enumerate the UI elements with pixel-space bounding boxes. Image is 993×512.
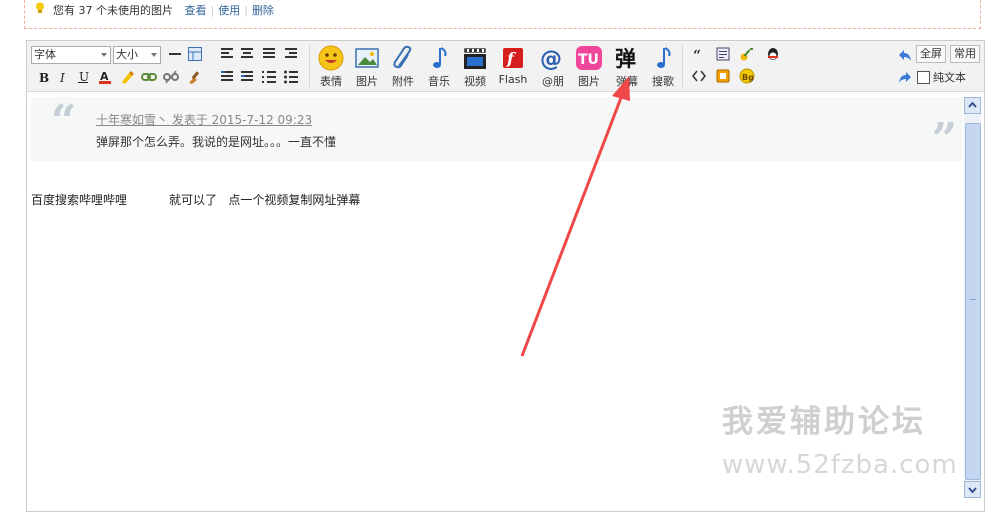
scroll-thumb[interactable] xyxy=(965,123,981,480)
fullscreen-button[interactable]: 全屏 xyxy=(916,45,946,63)
attachment-button[interactable]: 附件 xyxy=(389,41,417,89)
italic-icon[interactable]: I xyxy=(55,69,71,85)
paperclip-icon xyxy=(393,45,412,69)
smiley-icon xyxy=(318,45,344,71)
chevron-down-icon xyxy=(101,53,107,57)
mention-friend-button[interactable]: @ @朋 xyxy=(539,41,567,89)
divider: | xyxy=(244,4,248,17)
tu-image-button[interactable]: TU 图片 xyxy=(575,41,603,89)
align-right-icon[interactable] xyxy=(283,46,299,62)
hide-content-icon[interactable] xyxy=(715,68,731,84)
common-button[interactable]: 常用 xyxy=(950,45,980,63)
chevron-down-icon xyxy=(968,487,977,494)
quote-icon[interactable]: “ xyxy=(691,46,707,62)
scroll-up-button[interactable] xyxy=(964,97,981,114)
clapperboard-icon xyxy=(463,47,487,69)
music-button[interactable]: 音乐 xyxy=(425,41,453,89)
danmu-glyph: 弹 xyxy=(615,47,636,71)
free-box-icon[interactable] xyxy=(715,46,731,62)
outdent-list-icon[interactable] xyxy=(239,69,255,85)
chevron-down-icon xyxy=(151,53,157,57)
redo-icon[interactable] xyxy=(897,69,913,85)
horizontal-rule-icon[interactable] xyxy=(167,46,183,62)
highlight-icon[interactable] xyxy=(119,69,135,85)
danmu-icon: 弹 xyxy=(615,47,636,71)
password-icon[interactable] xyxy=(739,46,755,62)
tu-image-icon: TU xyxy=(576,46,602,70)
at-glyph: @ xyxy=(540,47,562,72)
align-justify-icon[interactable] xyxy=(261,46,277,62)
emoticon-button[interactable]: 表情 xyxy=(317,41,345,89)
font-family-select[interactable]: 字体 xyxy=(31,46,111,64)
quote-author-meta[interactable]: 十年寒如雪丶 发表于 2015-7-12 09:23 xyxy=(96,111,312,128)
flash-button[interactable]: f Flash xyxy=(499,41,527,89)
undo-icon[interactable] xyxy=(897,47,913,63)
watermark-url: www.52fzba.com xyxy=(722,450,958,480)
svg-text:“: “ xyxy=(693,48,701,62)
editor-scrollbar[interactable] xyxy=(964,97,981,498)
image-icon xyxy=(355,48,379,68)
link-icon[interactable] xyxy=(141,69,157,85)
underline-icon[interactable]: U xyxy=(75,69,91,85)
scroll-down-button[interactable] xyxy=(964,481,981,498)
music-note-icon xyxy=(433,47,447,68)
clear-format-icon[interactable] xyxy=(187,69,203,85)
tu-glyph: TU xyxy=(578,52,599,68)
button-label: 搜歌 xyxy=(652,75,674,88)
background-color-icon[interactable]: Bg xyxy=(739,68,755,84)
qq-icon[interactable] xyxy=(765,46,781,62)
notice-text: 您有 37 个未使用的图片 xyxy=(53,4,173,17)
search-song-button[interactable]: 搜歌 xyxy=(649,41,677,89)
svg-text:B: B xyxy=(39,71,49,85)
svg-text:U: U xyxy=(79,70,89,84)
flash-icon: f xyxy=(503,48,523,68)
plain-text-checkbox[interactable] xyxy=(917,71,930,84)
divider: | xyxy=(210,4,215,17)
lightbulb-icon xyxy=(36,2,44,13)
bg-glyph: Bg xyxy=(742,73,754,82)
danmu-button[interactable]: 弹 弹幕 xyxy=(613,41,641,89)
plain-text-label: 纯文本 xyxy=(933,71,966,84)
table-icon[interactable] xyxy=(187,46,203,62)
delete-images-link[interactable]: 删除 xyxy=(252,4,274,17)
ordered-list-icon[interactable] xyxy=(261,69,277,85)
post-body-text[interactable]: 百度搜索哔哩哔哩 就可以了 点一个视频复制网址弹幕 xyxy=(31,191,360,208)
unordered-list-icon[interactable] xyxy=(283,69,299,85)
indent-list-icon[interactable] xyxy=(219,69,235,85)
svg-text:I: I xyxy=(59,71,65,85)
quote-message: 弹屏那个怎么弄。我说的是网址。。。一直不懂 xyxy=(96,135,337,149)
post-editor: 字体 大小 B I U A 表情 图片 附件 音乐 视频 f Flash @ @… xyxy=(26,40,985,512)
divider xyxy=(682,45,683,87)
align-center-icon[interactable] xyxy=(239,46,255,62)
code-icon[interactable] xyxy=(691,68,707,84)
watermark-title: 我爱辅助论坛 xyxy=(722,404,926,440)
align-left-icon[interactable] xyxy=(219,46,235,62)
insert-image-button[interactable]: 图片 xyxy=(353,41,381,89)
font-select-label: 字体 xyxy=(34,48,56,61)
editor-toolbar: 字体 大小 B I U A 表情 图片 附件 音乐 视频 f Flash @ @… xyxy=(27,41,984,92)
view-images-link[interactable]: 查看 xyxy=(185,4,207,17)
chevron-up-icon xyxy=(968,101,977,108)
size-select-label: 大小 xyxy=(116,48,138,61)
video-button[interactable]: 视频 xyxy=(461,41,489,89)
open-quote-mark: “ xyxy=(51,96,77,147)
at-sign-icon: @ xyxy=(540,47,562,72)
scroll-grip xyxy=(970,299,976,300)
search-song-icon xyxy=(657,47,671,68)
use-images-link[interactable]: 使用 xyxy=(218,4,240,17)
bold-icon[interactable]: B xyxy=(35,69,51,85)
unlink-icon[interactable] xyxy=(163,69,179,85)
font-size-select[interactable]: 大小 xyxy=(113,46,161,64)
unused-images-notice: 您有 37 个未使用的图片 查看 | 使用 | 删除 xyxy=(24,0,981,29)
font-color-icon[interactable]: A xyxy=(97,69,113,85)
close-quote-mark: ” xyxy=(931,114,957,165)
quoted-post: “ 十年寒如雪丶 发表于 2015-7-12 09:23 弹屏那个怎么弄。我说的… xyxy=(31,96,963,165)
